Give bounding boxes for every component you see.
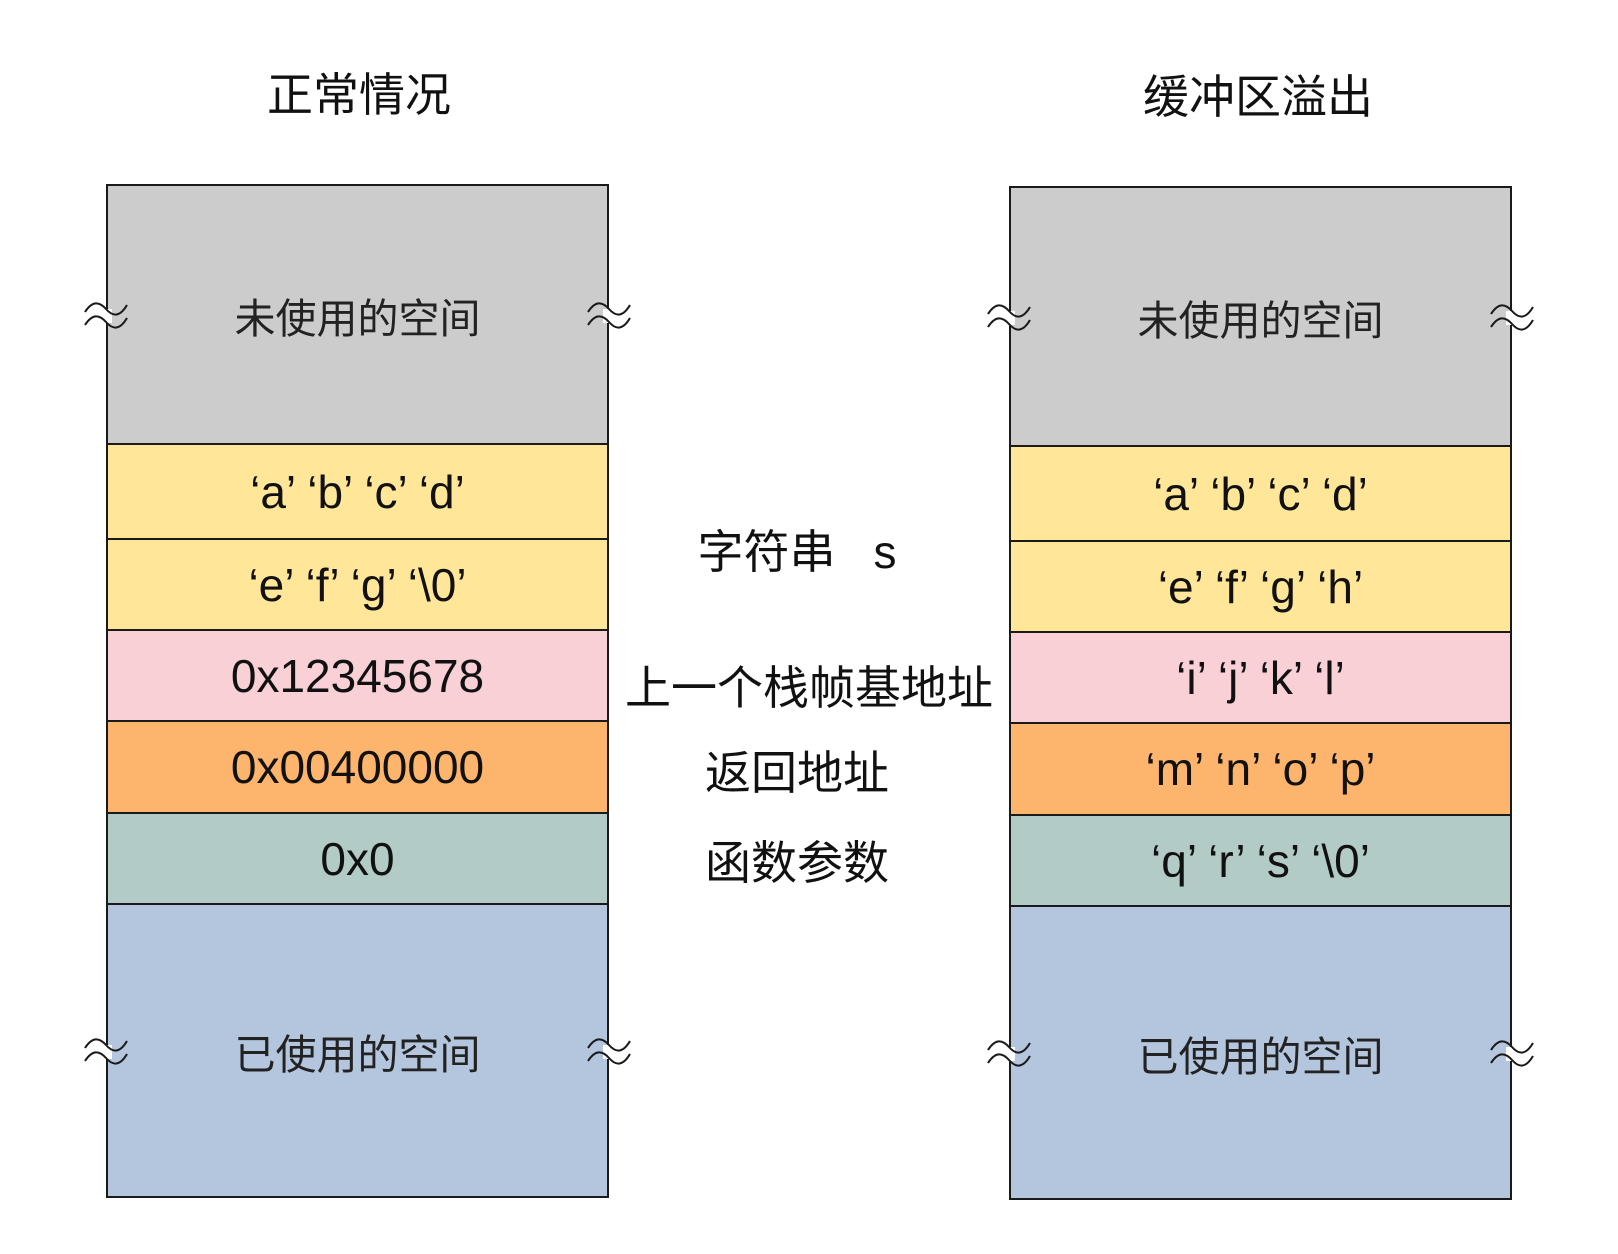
break-mark-icon xyxy=(84,301,128,328)
func-args-cell: 0x0 xyxy=(108,814,607,905)
string-cell-1: ‘a’ ‘b’ ‘c’ ‘d’ xyxy=(1011,447,1510,542)
string-cell-1: ‘a’ ‘b’ ‘c’ ‘d’ xyxy=(108,445,607,540)
cell-value: ‘a’ ‘b’ ‘c’ ‘d’ xyxy=(250,465,465,518)
prev-frame-cell: 0x12345678 xyxy=(108,631,607,722)
overwritten-prev-frame-cell: ‘i’ ‘j’ ‘k’ ‘l’ xyxy=(1011,633,1510,724)
break-mark-icon xyxy=(84,1037,128,1064)
overwritten-return-address-cell: ‘m’ ‘n’ ‘o’ ‘p’ xyxy=(1011,724,1510,816)
unused-space-label: 未使用的空间 xyxy=(234,295,481,342)
label-func-args: 函数参数 xyxy=(705,838,889,889)
label-prev-frame: 上一个栈帧基地址 xyxy=(625,663,993,714)
cell-value: ‘a’ ‘b’ ‘c’ ‘d’ xyxy=(1153,467,1368,520)
unused-space-cell: 未使用的空间 xyxy=(987,188,1534,447)
break-mark-icon xyxy=(1490,1039,1534,1066)
title-overflow: 缓冲区溢出 xyxy=(1143,72,1373,123)
break-mark-icon xyxy=(987,1039,1031,1066)
cell-value: 0x0 xyxy=(320,832,395,885)
used-space-cell: 已使用的空间 xyxy=(987,907,1534,1198)
normal-stack: 未使用的空间 ‘a’ ‘b’ ‘c’ ‘d’ ‘e’ ‘f’ ‘g’ ‘\0’ … xyxy=(84,184,631,1198)
break-mark-icon xyxy=(587,301,631,328)
used-space-cell: 已使用的空间 xyxy=(84,905,631,1196)
string-cell-2: ‘e’ ‘f’ ‘g’ ‘h’ xyxy=(1011,542,1510,633)
break-mark-icon xyxy=(587,1037,631,1064)
label-string-var: s xyxy=(873,526,897,578)
label-string: 字符串 s xyxy=(698,516,897,582)
unused-space-cell: 未使用的空间 xyxy=(84,186,631,445)
cell-value: 0x12345678 xyxy=(230,649,485,702)
break-mark-icon xyxy=(1490,303,1534,330)
cell-value: ‘i’ ‘j’ ‘k’ ‘l’ xyxy=(1176,651,1345,704)
overwritten-func-args-cell: ‘q’ ‘r’ ‘s’ ‘\0’ xyxy=(1011,816,1510,907)
cell-value: ‘q’ ‘r’ ‘s’ ‘\0’ xyxy=(1151,834,1370,887)
label-string-text: 字符串 xyxy=(697,527,836,578)
cell-value: ‘m’ ‘n’ ‘o’ ‘p’ xyxy=(1145,743,1376,795)
used-space-label: 已使用的空间 xyxy=(1137,1033,1384,1080)
string-cell-2: ‘e’ ‘f’ ‘g’ ‘\0’ xyxy=(108,540,607,631)
cell-value: ‘e’ ‘f’ ‘g’ ‘\0’ xyxy=(248,558,467,611)
unused-space-label: 未使用的空间 xyxy=(1137,297,1384,344)
label-return-address: 返回地址 xyxy=(705,748,889,799)
break-mark-icon xyxy=(987,303,1031,330)
overflow-stack: 未使用的空间 ‘a’ ‘b’ ‘c’ ‘d’ ‘e’ ‘f’ ‘g’ ‘h’ ‘… xyxy=(987,186,1534,1200)
return-address-cell: 0x00400000 xyxy=(108,722,607,814)
cell-value: 0x00400000 xyxy=(230,741,485,793)
used-space-label: 已使用的空间 xyxy=(234,1031,481,1078)
title-normal: 正常情况 xyxy=(267,70,451,121)
cell-value: ‘e’ ‘f’ ‘g’ ‘h’ xyxy=(1157,560,1364,613)
